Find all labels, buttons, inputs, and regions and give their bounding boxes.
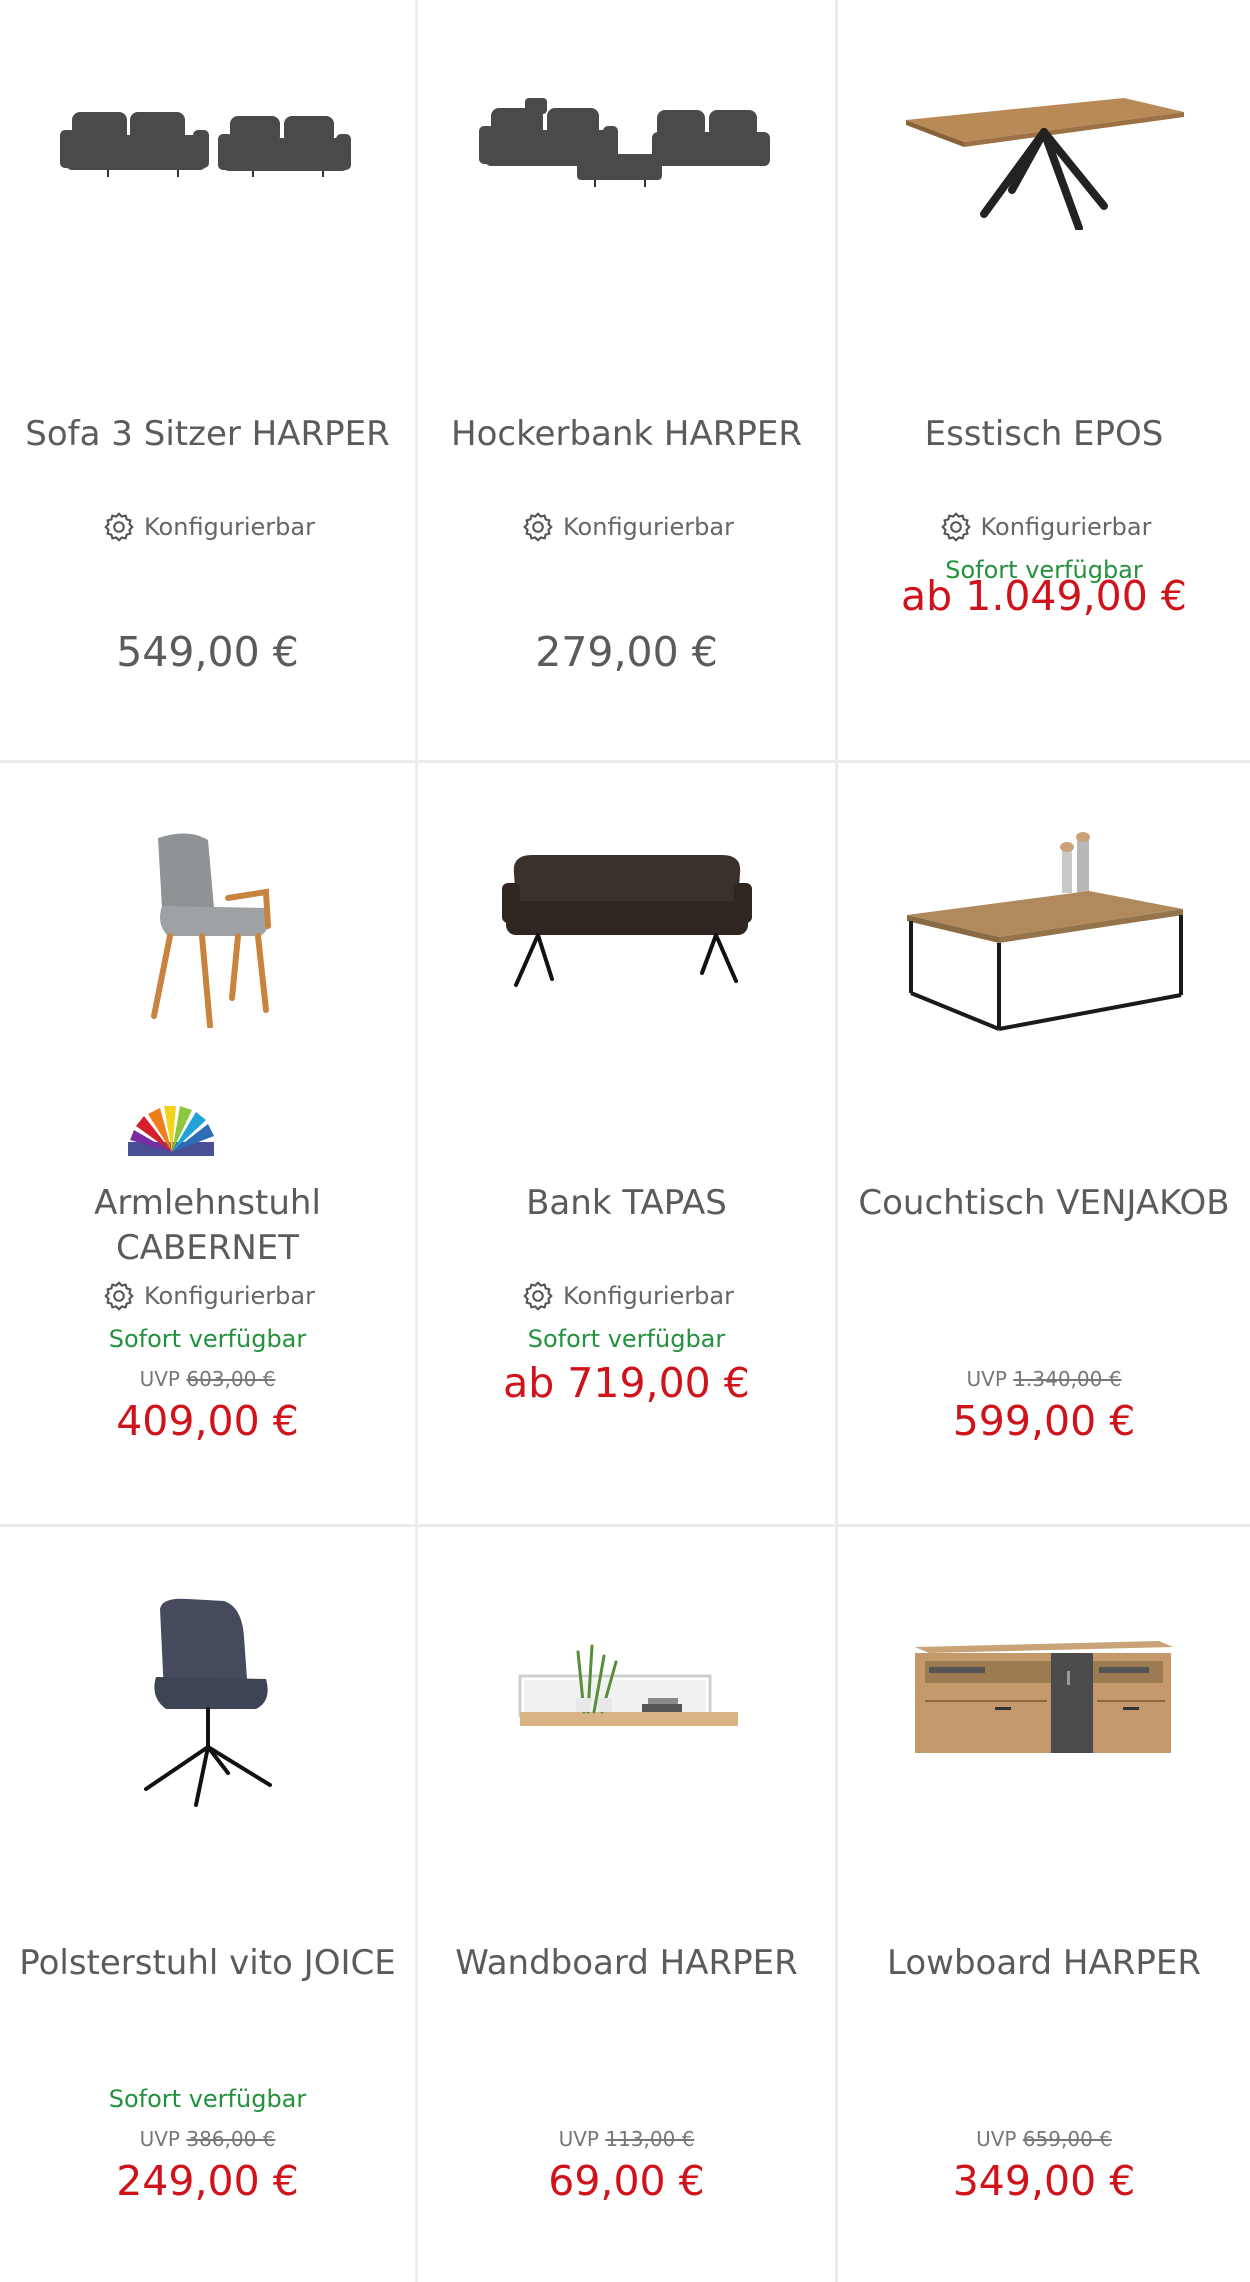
stock-status [418,2075,835,2123]
uvp-price: 1.340,00 € [1013,1367,1122,1391]
product-card-wandboard-harper[interactable]: Wandboard HARPER UVP 113,00 € 69,00 € [418,1527,838,2282]
product-image[interactable] [838,825,1250,1125]
config-badge: Konfigurierbar [418,1277,835,1315]
stock-status [838,1315,1250,1363]
uvp-price: 113,00 € [605,2127,695,2151]
product-price: 349,00 € [952,2157,1136,2205]
uvp-label: UVP [558,2127,599,2151]
lowboard-image [915,1641,1173,1753]
uvp-line: UVP 386,00 € [0,2123,415,2155]
product-price: 549,00 € [116,628,299,676]
product-title[interactable]: Couchtisch VENJAKOB [838,1181,1250,1271]
product-title[interactable]: Bank TAPAS [418,1181,835,1271]
product-price: 279,00 € [535,628,718,676]
color-variants[interactable] [126,1106,218,1158]
stock-status: Sofort verfügbar [527,1325,726,1353]
gear-icon [523,1281,553,1311]
product-info: Sofa 3 Sitzer HARPER Konfigurierbar 549,… [0,412,415,678]
config-label: Konfigurierbar [563,513,734,541]
product-card-couchtisch-venjakob[interactable]: Couchtisch VENJAKOB UVP 1.340,00 € 599,0… [838,763,1250,1527]
stock-status [0,546,415,594]
product-card-sofa-harper[interactable]: Sofa 3 Sitzer HARPER Konfigurierbar 549,… [0,0,418,763]
stock-status [418,546,835,594]
product-price: 409,00 € [116,1397,299,1445]
product-card-hockerbank-harper[interactable]: Hockerbank HARPER Konfigurierbar 279,00 … [418,0,838,763]
gear-icon [523,512,553,542]
sofa-set-image [478,98,770,187]
uvp-label: UVP [966,1367,1007,1391]
product-image[interactable] [418,50,835,350]
product-info: Polsterstuhl vito JOICE Sofort verfügbar… [0,1941,415,2207]
product-info: Lowboard HARPER UVP 659,00 € 349,00 € [838,1941,1250,2207]
config-badge: Konfigurierbar [0,1277,415,1315]
gear-icon [104,1281,134,1311]
product-image[interactable] [0,1597,415,1897]
product-info: Esstisch EPOS Konfigurierbar Sofort verf… [838,412,1250,622]
config-label: Konfigurierbar [980,513,1152,541]
coffee-table-image [907,832,1183,1031]
sofa-image [59,112,351,177]
config-badge: Konfigurierbar [0,508,415,546]
product-price: 249,00 € [116,2157,299,2205]
product-title[interactable]: Sofa 3 Sitzer HARPER [0,412,415,502]
product-title[interactable]: Wandboard HARPER [418,1941,835,2031]
product-info: Armlehnstuhl CABERNET Konfigurierbar Sof… [0,1181,415,1447]
product-grid: Sofa 3 Sitzer HARPER Konfigurierbar 549,… [0,0,1250,2282]
product-image[interactable] [0,828,415,1128]
product-title[interactable]: Esstisch EPOS [838,412,1250,502]
wall-shelf-image [518,1644,738,1726]
product-title[interactable]: Hockerbank HARPER [418,412,835,502]
product-card-lowboard-harper[interactable]: Lowboard HARPER UVP 659,00 € 349,00 € [838,1527,1250,2282]
uvp-line [0,594,415,626]
product-title[interactable]: Polsterstuhl vito JOICE [0,1941,415,2031]
product-image[interactable] [418,1632,835,1932]
armchair-image [150,833,271,1028]
uvp-label: UVP [139,1367,180,1391]
product-price: ab 719,00 € [503,1359,750,1407]
uvp-line: UVP 1.340,00 € [838,1363,1250,1395]
product-title[interactable]: Armlehnstuhl CABERNET [0,1181,415,1271]
stock-status [838,2075,1250,2123]
product-image[interactable] [838,50,1250,350]
uvp-label: UVP [139,2127,180,2151]
uvp-price: 603,00 € [186,1367,276,1391]
product-price: 69,00 € [548,2157,705,2205]
product-info: Bank TAPAS Konfigurierbar Sofort verfügb… [418,1181,835,1409]
config-badge: Konfigurierbar [838,508,1250,546]
uvp-line: UVP 603,00 € [0,1363,415,1395]
chair-image [143,1598,272,1807]
table-image [906,98,1184,230]
gear-icon [104,512,134,542]
product-price: ab 1.049,00 € [901,572,1187,620]
uvp-price: 659,00 € [1022,2127,1112,2151]
config-badge: Konfigurierbar [418,508,835,546]
bench-image [501,855,752,987]
product-card-bank-tapas[interactable]: Bank TAPAS Konfigurierbar Sofort verfügb… [418,763,838,1527]
product-price: 599,00 € [952,1397,1136,1445]
config-label: Konfigurierbar [144,513,315,541]
uvp-line [418,594,835,626]
product-card-esstisch-epos[interactable]: Esstisch EPOS Konfigurierbar Sofort verf… [838,0,1250,763]
product-info: Couchtisch VENJAKOB UVP 1.340,00 € 599,0… [838,1181,1250,1447]
uvp-label: UVP [976,2127,1017,2151]
color-fan-icon [128,1106,214,1156]
product-card-armlehnstuhl-cabernet[interactable]: Armlehnstuhl CABERNET Konfigurierbar Sof… [0,763,418,1527]
gear-icon [940,512,971,542]
uvp-line: UVP 113,00 € [418,2123,835,2155]
uvp-line: UVP 659,00 € [838,2123,1250,2155]
product-title[interactable]: Lowboard HARPER [838,1941,1250,2031]
product-info: Wandboard HARPER UVP 113,00 € 69,00 € [418,1941,835,2207]
product-image[interactable] [418,843,835,1143]
uvp-price: 386,00 € [186,2127,276,2151]
product-card-polsterstuhl-joice[interactable]: Polsterstuhl vito JOICE Sofort verfügbar… [0,1527,418,2282]
config-label: Konfigurierbar [144,1282,315,1310]
stock-status: Sofort verfügbar [108,1325,307,1353]
product-image[interactable] [838,1627,1250,1927]
stock-status: Sofort verfügbar [108,2085,307,2113]
config-label: Konfigurierbar [563,1282,734,1310]
product-image[interactable] [0,50,415,350]
product-info: Hockerbank HARPER Konfigurierbar 279,00 … [418,412,835,678]
